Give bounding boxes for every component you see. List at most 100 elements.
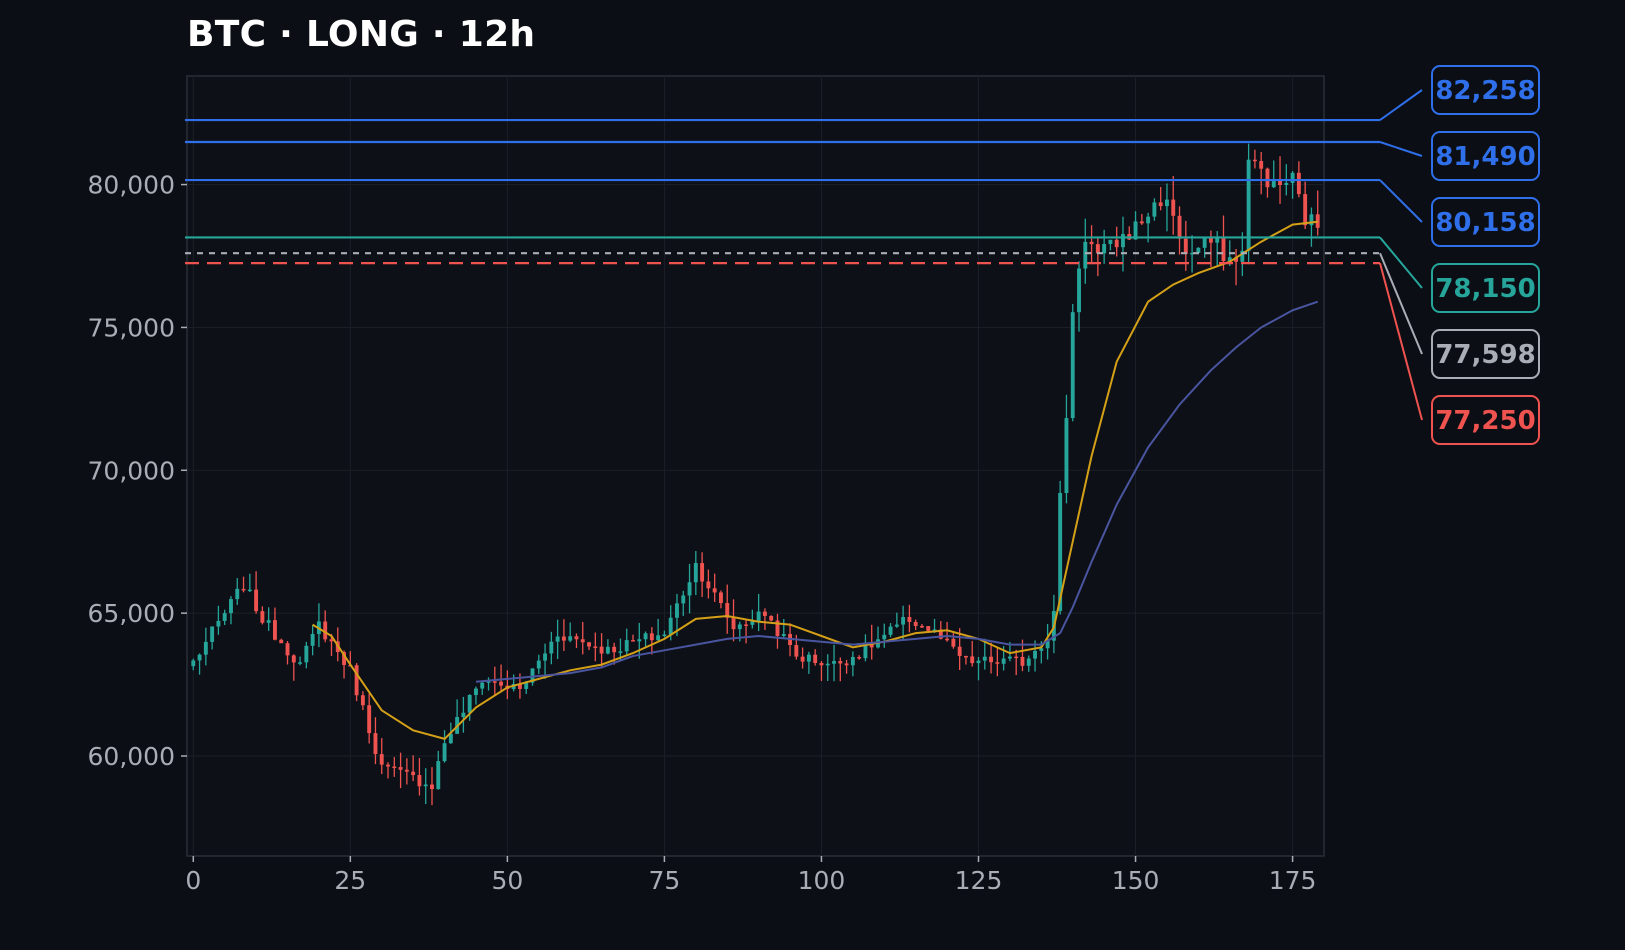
candle-body xyxy=(254,589,259,612)
candle-body xyxy=(593,646,598,648)
candle-body xyxy=(1202,237,1207,248)
candle-body xyxy=(1070,312,1075,419)
candle-body xyxy=(668,617,673,635)
candle-body xyxy=(398,767,403,770)
candle-body xyxy=(706,581,711,589)
candle-body xyxy=(995,662,1000,664)
candle-body xyxy=(882,634,887,640)
candle-body xyxy=(203,641,208,655)
candle-body xyxy=(285,643,290,656)
candle-body xyxy=(1095,244,1100,254)
candle-body xyxy=(423,784,428,787)
x-tick-label: 175 xyxy=(1269,866,1317,895)
candle-body xyxy=(970,656,975,664)
candle-body xyxy=(920,625,924,628)
candle-body xyxy=(1252,159,1257,162)
candle-body xyxy=(386,764,390,767)
candle-body xyxy=(637,639,642,642)
candle-body xyxy=(216,620,221,627)
candle-body xyxy=(744,624,749,626)
candle-body xyxy=(901,617,906,625)
candle-body xyxy=(963,655,968,658)
price-level-label: 81,490 xyxy=(1435,142,1535,172)
y-tick-label: 65,000 xyxy=(88,599,175,628)
candle-body xyxy=(392,766,397,769)
x-tick-label: 125 xyxy=(955,866,1003,895)
candle-body xyxy=(750,621,755,625)
candle-body xyxy=(825,663,830,666)
x-tick-label: 25 xyxy=(334,866,366,895)
price-level-label: 78,150 xyxy=(1435,274,1535,304)
candle-body xyxy=(1284,182,1289,186)
level-leader-line xyxy=(1379,236,1423,289)
level-leader-line xyxy=(1379,89,1423,121)
x-tick-label: 150 xyxy=(1112,866,1160,895)
candle-body xyxy=(1026,658,1031,666)
candle-body xyxy=(310,633,315,646)
candle-body xyxy=(1108,239,1113,244)
x-tick-label: 0 xyxy=(185,866,201,895)
candle-body xyxy=(769,615,774,621)
candle-body xyxy=(235,588,240,600)
candle-body xyxy=(675,603,679,618)
candle-body xyxy=(1177,215,1182,239)
candle-body xyxy=(272,620,277,640)
candle-body xyxy=(1001,658,1006,664)
price-level-label: 77,598 xyxy=(1435,340,1535,370)
candle-body xyxy=(492,681,497,683)
candle-body xyxy=(800,656,805,662)
candle-body xyxy=(649,633,654,641)
candle-body xyxy=(926,626,931,631)
candle-body xyxy=(819,663,824,666)
candle-body xyxy=(1102,243,1107,254)
candle-body xyxy=(599,646,604,654)
candle-body xyxy=(1077,268,1081,313)
candle-body xyxy=(1146,216,1151,224)
candle-body xyxy=(1158,202,1163,207)
candle-body xyxy=(229,599,233,614)
candle-body xyxy=(756,611,761,622)
candle-body xyxy=(373,733,378,755)
candle-body xyxy=(461,712,466,718)
candle-body xyxy=(1020,656,1025,666)
candle-body xyxy=(1165,199,1169,207)
level-leader-line xyxy=(1379,179,1423,223)
y-tick-label: 75,000 xyxy=(88,313,175,342)
candle-body xyxy=(480,682,485,689)
candle-body xyxy=(1183,238,1188,254)
level-leader-line xyxy=(1379,141,1423,157)
candle-body xyxy=(191,660,196,667)
candle-body xyxy=(587,642,591,647)
candle-body xyxy=(379,754,384,765)
candle-body xyxy=(888,626,893,635)
candle-body xyxy=(838,661,843,664)
candle-body xyxy=(794,645,799,657)
candle-body xyxy=(543,653,548,661)
candle-body xyxy=(857,657,862,659)
candle-body xyxy=(1089,241,1094,245)
candle-body xyxy=(656,635,661,641)
candle-body xyxy=(913,621,918,626)
candle-body xyxy=(436,761,441,790)
candle-body xyxy=(555,636,560,642)
candle-body xyxy=(367,705,372,734)
candle-body xyxy=(574,636,579,640)
candle-body xyxy=(1007,656,1012,659)
candle-body xyxy=(737,624,742,630)
price-level-label: 80,158 xyxy=(1435,208,1535,238)
candle-body xyxy=(1064,418,1069,493)
candle-body xyxy=(360,695,365,706)
candle-body xyxy=(1290,172,1295,183)
candle-body xyxy=(1139,221,1144,224)
candle-body xyxy=(1215,238,1220,243)
candle-body xyxy=(731,617,736,630)
candle-body xyxy=(474,688,478,695)
candle-body xyxy=(298,662,303,664)
candle-body xyxy=(404,769,409,772)
candle-body xyxy=(1259,161,1264,169)
candle-body xyxy=(957,646,962,656)
candle-body xyxy=(612,646,617,653)
candle-body xyxy=(945,638,950,641)
candle-body xyxy=(247,589,252,592)
candle-body xyxy=(536,660,541,669)
